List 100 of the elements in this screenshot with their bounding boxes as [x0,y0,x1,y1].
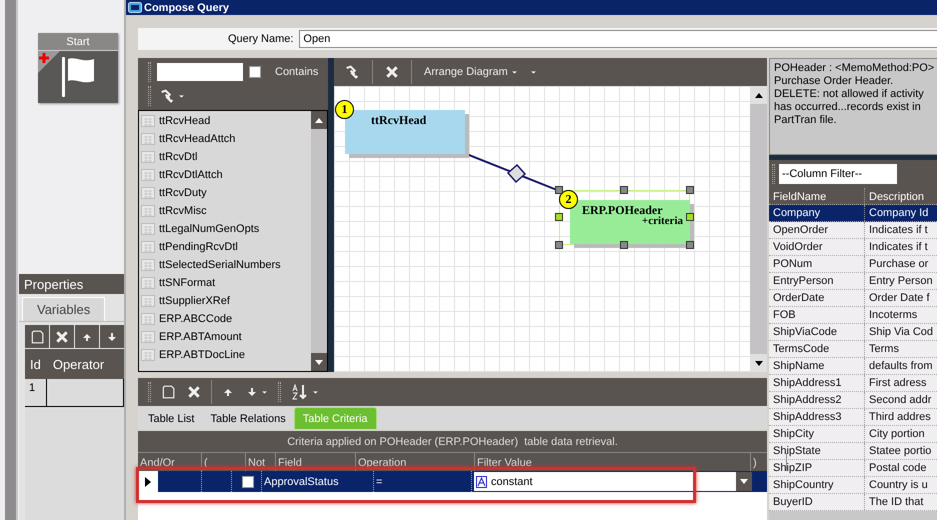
table-list-item[interactable]: ttLegalNumGenOpts [139,220,311,238]
field-row[interactable]: ShipZIP Postal code [769,460,937,477]
table-icon [141,349,155,361]
table-list-item[interactable]: ttSupplierXRef [139,292,311,310]
field-row[interactable]: ShipCity City portion [769,426,937,443]
caret-icon[interactable] [178,92,185,100]
field-row[interactable]: PONum Purchase or [769,256,937,273]
field-row[interactable]: FOB Incoterms [769,307,937,324]
field-row[interactable]: Company Company Id [769,205,937,222]
table-cell: ShipName [769,358,865,374]
new-document-icon[interactable] [30,329,44,345]
tab[interactable]: Table Relations [202,409,294,429]
table-cell: PONum [769,256,865,272]
table-list-item[interactable]: ERP.ABTDocLine [139,346,311,364]
table-cell: Company [769,205,865,221]
column-header: Description [865,188,937,204]
table-node[interactable]: ttRcvHead [345,110,465,154]
table-cell: defaults from [865,358,937,374]
table-cell: ShipCity [769,426,865,442]
scroll-up-icon[interactable] [315,118,323,122]
field-row[interactable]: ShipCountry Country is u [769,477,937,494]
table-list-item[interactable]: ERP.ABCCode [139,310,311,328]
resize-handle[interactable] [686,213,694,221]
down-arrow-icon[interactable] [246,386,258,398]
text-type-icon [476,476,487,488]
query-name-field[interactable]: Open [299,30,937,48]
resize-handle[interactable] [620,241,628,249]
new-button[interactable] [25,325,49,348]
field-row[interactable]: ShipAddress2 Second addr [769,392,937,409]
table-cell: Postal code [865,460,937,476]
table-node[interactable]: ERP.POHeader +criteria [570,200,690,244]
caret-icon[interactable] [261,388,268,396]
table-list-item[interactable]: ttSelectedSerialNumbers [139,256,311,274]
table-list-item[interactable]: ERP.ABTAmount [139,328,311,346]
delete-icon[interactable] [55,330,69,344]
scroll-down-icon[interactable] [754,360,762,366]
tab[interactable]: Table List [140,409,202,429]
dropdown-caret-icon[interactable] [740,479,748,484]
table-list-item[interactable]: ttRcvHead [139,112,311,130]
table-icon [141,205,155,217]
table-list-item[interactable]: ttSNFormat [139,274,311,292]
column-filter-field[interactable]: --Column Filter-- [779,164,897,184]
table-cell: ShipAddress3 [769,409,865,425]
field-row[interactable]: ShipViaCode Ship Via Cod [769,324,937,341]
down-arrow-icon[interactable] [106,331,118,343]
field-row[interactable]: ShipAddress3 Third addres [769,409,937,426]
caret-icon[interactable] [510,68,518,76]
filter-value-field[interactable]: constant [474,472,752,491]
caret-icon[interactable] [312,388,319,396]
resize-handle[interactable] [555,186,563,194]
start-node-label: Start [38,33,118,51]
table-cell: The ID that [865,494,937,510]
scroll-up-icon[interactable] [754,92,762,98]
scroll-down-icon[interactable] [315,360,323,364]
resize-handle[interactable] [555,213,563,221]
field-row[interactable]: TermsCode Terms [769,341,937,358]
resize-handle[interactable] [686,186,694,194]
table-icon [141,169,155,181]
resize-handle[interactable] [555,241,563,249]
field-row[interactable]: OpenOrder Indicates if t [769,222,937,239]
field-row[interactable]: VoidOrder Indicates if t [769,239,937,256]
sort-icon[interactable] [291,384,309,400]
caret-icon[interactable] [530,68,537,76]
table-cell: ShipViaCode [769,324,865,340]
checkbox[interactable] [242,476,254,488]
field-row[interactable]: ShipName defaults from [769,358,937,375]
tab[interactable]: Variables [22,297,106,321]
table-list-item[interactable]: ttPendingRcvDtl [139,238,311,256]
table-cell: ShipState [769,443,865,459]
table-list-item[interactable]: ttRcvMisc [139,202,311,220]
field-row[interactable]: BuyerID The ID that [769,494,937,511]
field-row[interactable]: EntryPerson Entry Person [769,273,937,290]
table-list-item[interactable]: ttRcvDuty [139,184,311,202]
table-list-item[interactable]: ttRcvDtlAttch [139,166,311,184]
up-arrow-icon[interactable] [81,331,93,343]
table-list-item[interactable]: ttRcvHeadAttch [139,130,311,148]
table-cell: Country is u [865,477,937,493]
arrange-diagram-button[interactable]: Arrange Diagram [422,64,520,80]
table-cell: Incoterms [865,307,937,323]
scrollbar[interactable] [750,86,767,372]
move-down-button[interactable] [100,325,124,348]
table-list-item[interactable]: ttRcvDtl [139,148,311,166]
field-row[interactable]: ShipAddress1 First adress [769,375,937,392]
field-row[interactable]: OrderDate Order Date f [769,290,937,307]
resize-handle[interactable] [686,241,694,249]
start-node[interactable]: Start [38,33,118,103]
field-row[interactable]: ShipState Statee portio [769,443,937,460]
table-cell: ApprovalStatus [262,471,374,492]
criteria-row[interactable]: ApprovalStatus = constant [138,471,767,492]
checkbox[interactable] [249,66,261,78]
resize-handle[interactable] [620,186,628,194]
search-field[interactable] [157,63,243,81]
column-header: Id [30,356,41,372]
table-cell: Order Date f [865,290,937,306]
scrollbar[interactable] [311,111,327,371]
table-icon [141,151,155,163]
table-cell: Third addres [865,409,937,425]
delete-button[interactable] [50,325,74,348]
table-cell: Entry Person [865,273,937,289]
move-up-button[interactable] [75,325,99,348]
